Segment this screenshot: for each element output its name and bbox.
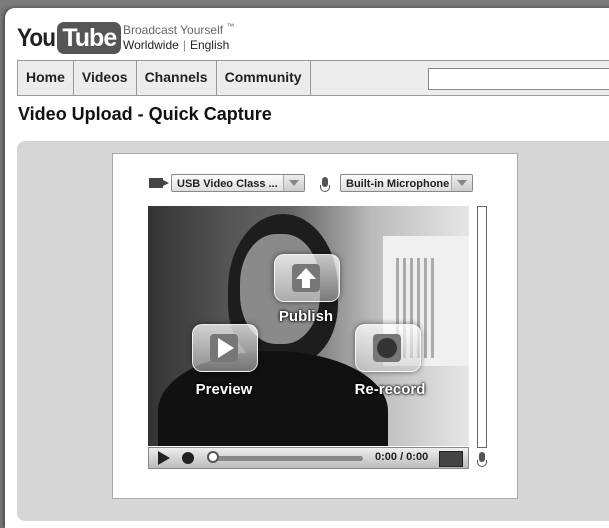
fullscreen-icon[interactable]: [439, 451, 463, 467]
player-controls: 0:00 / 0:00: [148, 447, 469, 469]
capture-panel: USB Video Class ... Built-in Microphone: [17, 141, 609, 521]
camera-select-value: USB Video Class ...: [177, 178, 278, 190]
trademark: ™: [226, 22, 235, 31]
microphone-icon: [320, 177, 330, 192]
camera-icon: [149, 178, 169, 188]
preview-button[interactable]: [192, 324, 258, 372]
quick-capture-widget: USB Video Class ... Built-in Microphone: [112, 153, 518, 499]
play-icon[interactable]: [155, 450, 173, 466]
tagline: Broadcast Yourself ™: [123, 22, 234, 37]
play-icon: [210, 334, 238, 362]
progress-knob[interactable]: [207, 451, 219, 463]
search-input[interactable]: [428, 68, 609, 90]
video-preview: Publish Preview Re-record: [148, 206, 469, 446]
logo-you: You: [17, 23, 56, 52]
nav-home[interactable]: Home: [18, 61, 74, 95]
page-title: Video Upload - Quick Capture: [18, 104, 272, 124]
preview-label[interactable]: Preview: [169, 381, 279, 398]
record-icon[interactable]: [179, 450, 197, 466]
nav-community[interactable]: Community: [217, 61, 311, 95]
language-link[interactable]: English: [190, 38, 229, 52]
locale: Worldwide | English: [123, 38, 230, 52]
nav-videos[interactable]: Videos: [74, 61, 137, 95]
microphone-icon: [477, 452, 487, 467]
progress-bar[interactable]: [213, 456, 363, 461]
rerecord-button[interactable]: [355, 324, 421, 372]
record-icon: [373, 334, 401, 362]
time-display: 0:00 / 0:00: [375, 451, 429, 463]
main-nav: Home Videos Channels Community: [17, 60, 609, 96]
region-link[interactable]: Worldwide: [123, 38, 179, 52]
chevron-down-icon: [451, 175, 472, 191]
logo-tube: Tube: [57, 22, 122, 54]
publish-label[interactable]: Publish: [251, 308, 361, 325]
masthead: You Tube Broadcast Yourself ™ Worldwide |…: [17, 20, 317, 62]
rerecord-label[interactable]: Re-record: [335, 381, 445, 398]
nav-channels[interactable]: Channels: [137, 61, 217, 95]
audio-level-meter: [477, 206, 487, 448]
page: You Tube Broadcast Yourself ™ Worldwide |…: [5, 8, 609, 528]
upload-arrow-icon: [292, 264, 320, 292]
tagline-text: Broadcast Yourself: [123, 23, 224, 37]
camera-select[interactable]: USB Video Class ...: [171, 174, 305, 192]
youtube-logo[interactable]: You Tube: [17, 20, 122, 56]
chevron-down-icon: [283, 175, 304, 191]
microphone-select[interactable]: Built-in Microphone: [340, 174, 473, 192]
microphone-select-value: Built-in Microphone: [346, 178, 450, 190]
publish-button[interactable]: [274, 254, 340, 302]
